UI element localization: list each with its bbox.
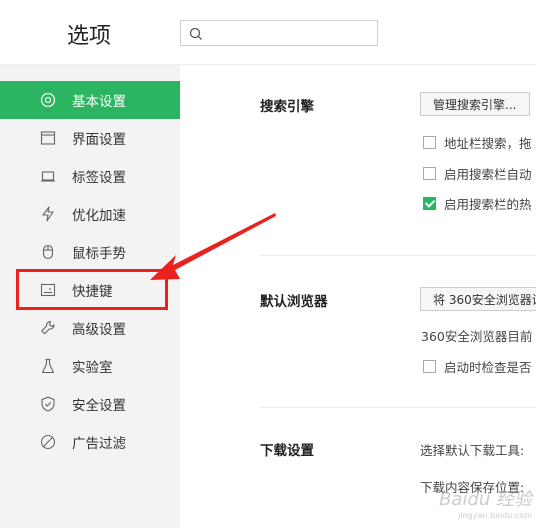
- address-bar-search-option[interactable]: 地址栏搜索，拖: [423, 133, 532, 152]
- sidebar-item-advanced-settings[interactable]: 高级设置: [0, 309, 180, 347]
- sidebar-item-label: 优化加速: [72, 208, 126, 224]
- option-label: 启用搜索栏自动: [444, 167, 532, 182]
- sidebar-item-label: 高级设置: [72, 322, 126, 338]
- target-icon: [40, 92, 56, 108]
- tab-icon: [40, 168, 56, 184]
- window-icon: [40, 130, 56, 146]
- checkbox[interactable]: [423, 136, 436, 149]
- sidebar-item-label: 广告过滤: [72, 436, 126, 452]
- section-divider: [260, 407, 536, 408]
- sidebar-item-label: 安全设置: [72, 398, 126, 414]
- search-engine-title: 搜索引擎: [260, 99, 314, 115]
- search-icon: [189, 27, 202, 40]
- sidebar-item-tab-settings[interactable]: 标签设置: [0, 157, 180, 195]
- sidebar-item-basic-settings[interactable]: 基本设置: [0, 81, 180, 119]
- section-divider: [260, 255, 536, 256]
- manage-search-engines-button[interactable]: 管理搜索引擎...: [420, 92, 530, 116]
- header: 选项: [0, 0, 536, 65]
- search-input[interactable]: [180, 20, 378, 46]
- sidebar-item-label: 基本设置: [72, 94, 126, 110]
- download-settings-title: 下载设置: [260, 443, 314, 459]
- search-bar-hot-option[interactable]: 启用搜索栏的热: [423, 194, 532, 213]
- sidebar-item-security[interactable]: 安全设置: [0, 385, 180, 423]
- highlight-box: [16, 269, 168, 310]
- flask-icon: [40, 358, 56, 374]
- mouse-icon: [40, 244, 56, 260]
- checkbox[interactable]: [423, 167, 436, 180]
- sidebar-item-label: 实验室: [72, 360, 113, 376]
- lightning-icon: [40, 206, 56, 222]
- option-label: 启动时检查是否: [444, 360, 532, 375]
- default-browser-status: 360安全浏览器目前: [421, 329, 533, 344]
- watermark-url: jingyan.baidu.com: [458, 511, 532, 520]
- default-browser-title: 默认浏览器: [260, 294, 328, 310]
- sidebar-item-ad-filter[interactable]: 广告过滤: [0, 423, 180, 461]
- startup-check-option[interactable]: 启动时检查是否: [423, 357, 532, 376]
- block-icon: [40, 434, 56, 450]
- sidebar-item-label: 界面设置: [72, 132, 126, 148]
- sidebar-item-label: 标签设置: [72, 170, 126, 186]
- search-bar-autocomplete-option[interactable]: 启用搜索栏自动: [423, 164, 532, 183]
- sidebar-item-lab[interactable]: 实验室: [0, 347, 180, 385]
- checkbox-checked[interactable]: [423, 197, 436, 210]
- sidebar-item-label: 鼠标手势: [72, 246, 126, 262]
- set-default-browser-button[interactable]: 将 360安全浏览器设: [420, 287, 536, 311]
- option-label: 地址栏搜索，拖: [444, 136, 532, 151]
- sidebar-item-interface-settings[interactable]: 界面设置: [0, 119, 180, 157]
- checkbox[interactable]: [423, 360, 436, 373]
- page-title: 选项: [67, 24, 112, 49]
- shield-icon: [40, 396, 56, 412]
- main-panel: 搜索引擎 管理搜索引擎... 地址栏搜索，拖 启用搜索栏自动 启用搜索栏的热 默…: [180, 65, 536, 528]
- wrench-icon: [40, 320, 56, 336]
- watermark: Baidu 经验 jingyan.baidu.com: [439, 489, 532, 524]
- option-label: 启用搜索栏的热: [444, 197, 532, 212]
- default-download-tool-label: 选择默认下载工具:: [420, 443, 525, 458]
- watermark-brand: Baidu 经验: [439, 489, 532, 510]
